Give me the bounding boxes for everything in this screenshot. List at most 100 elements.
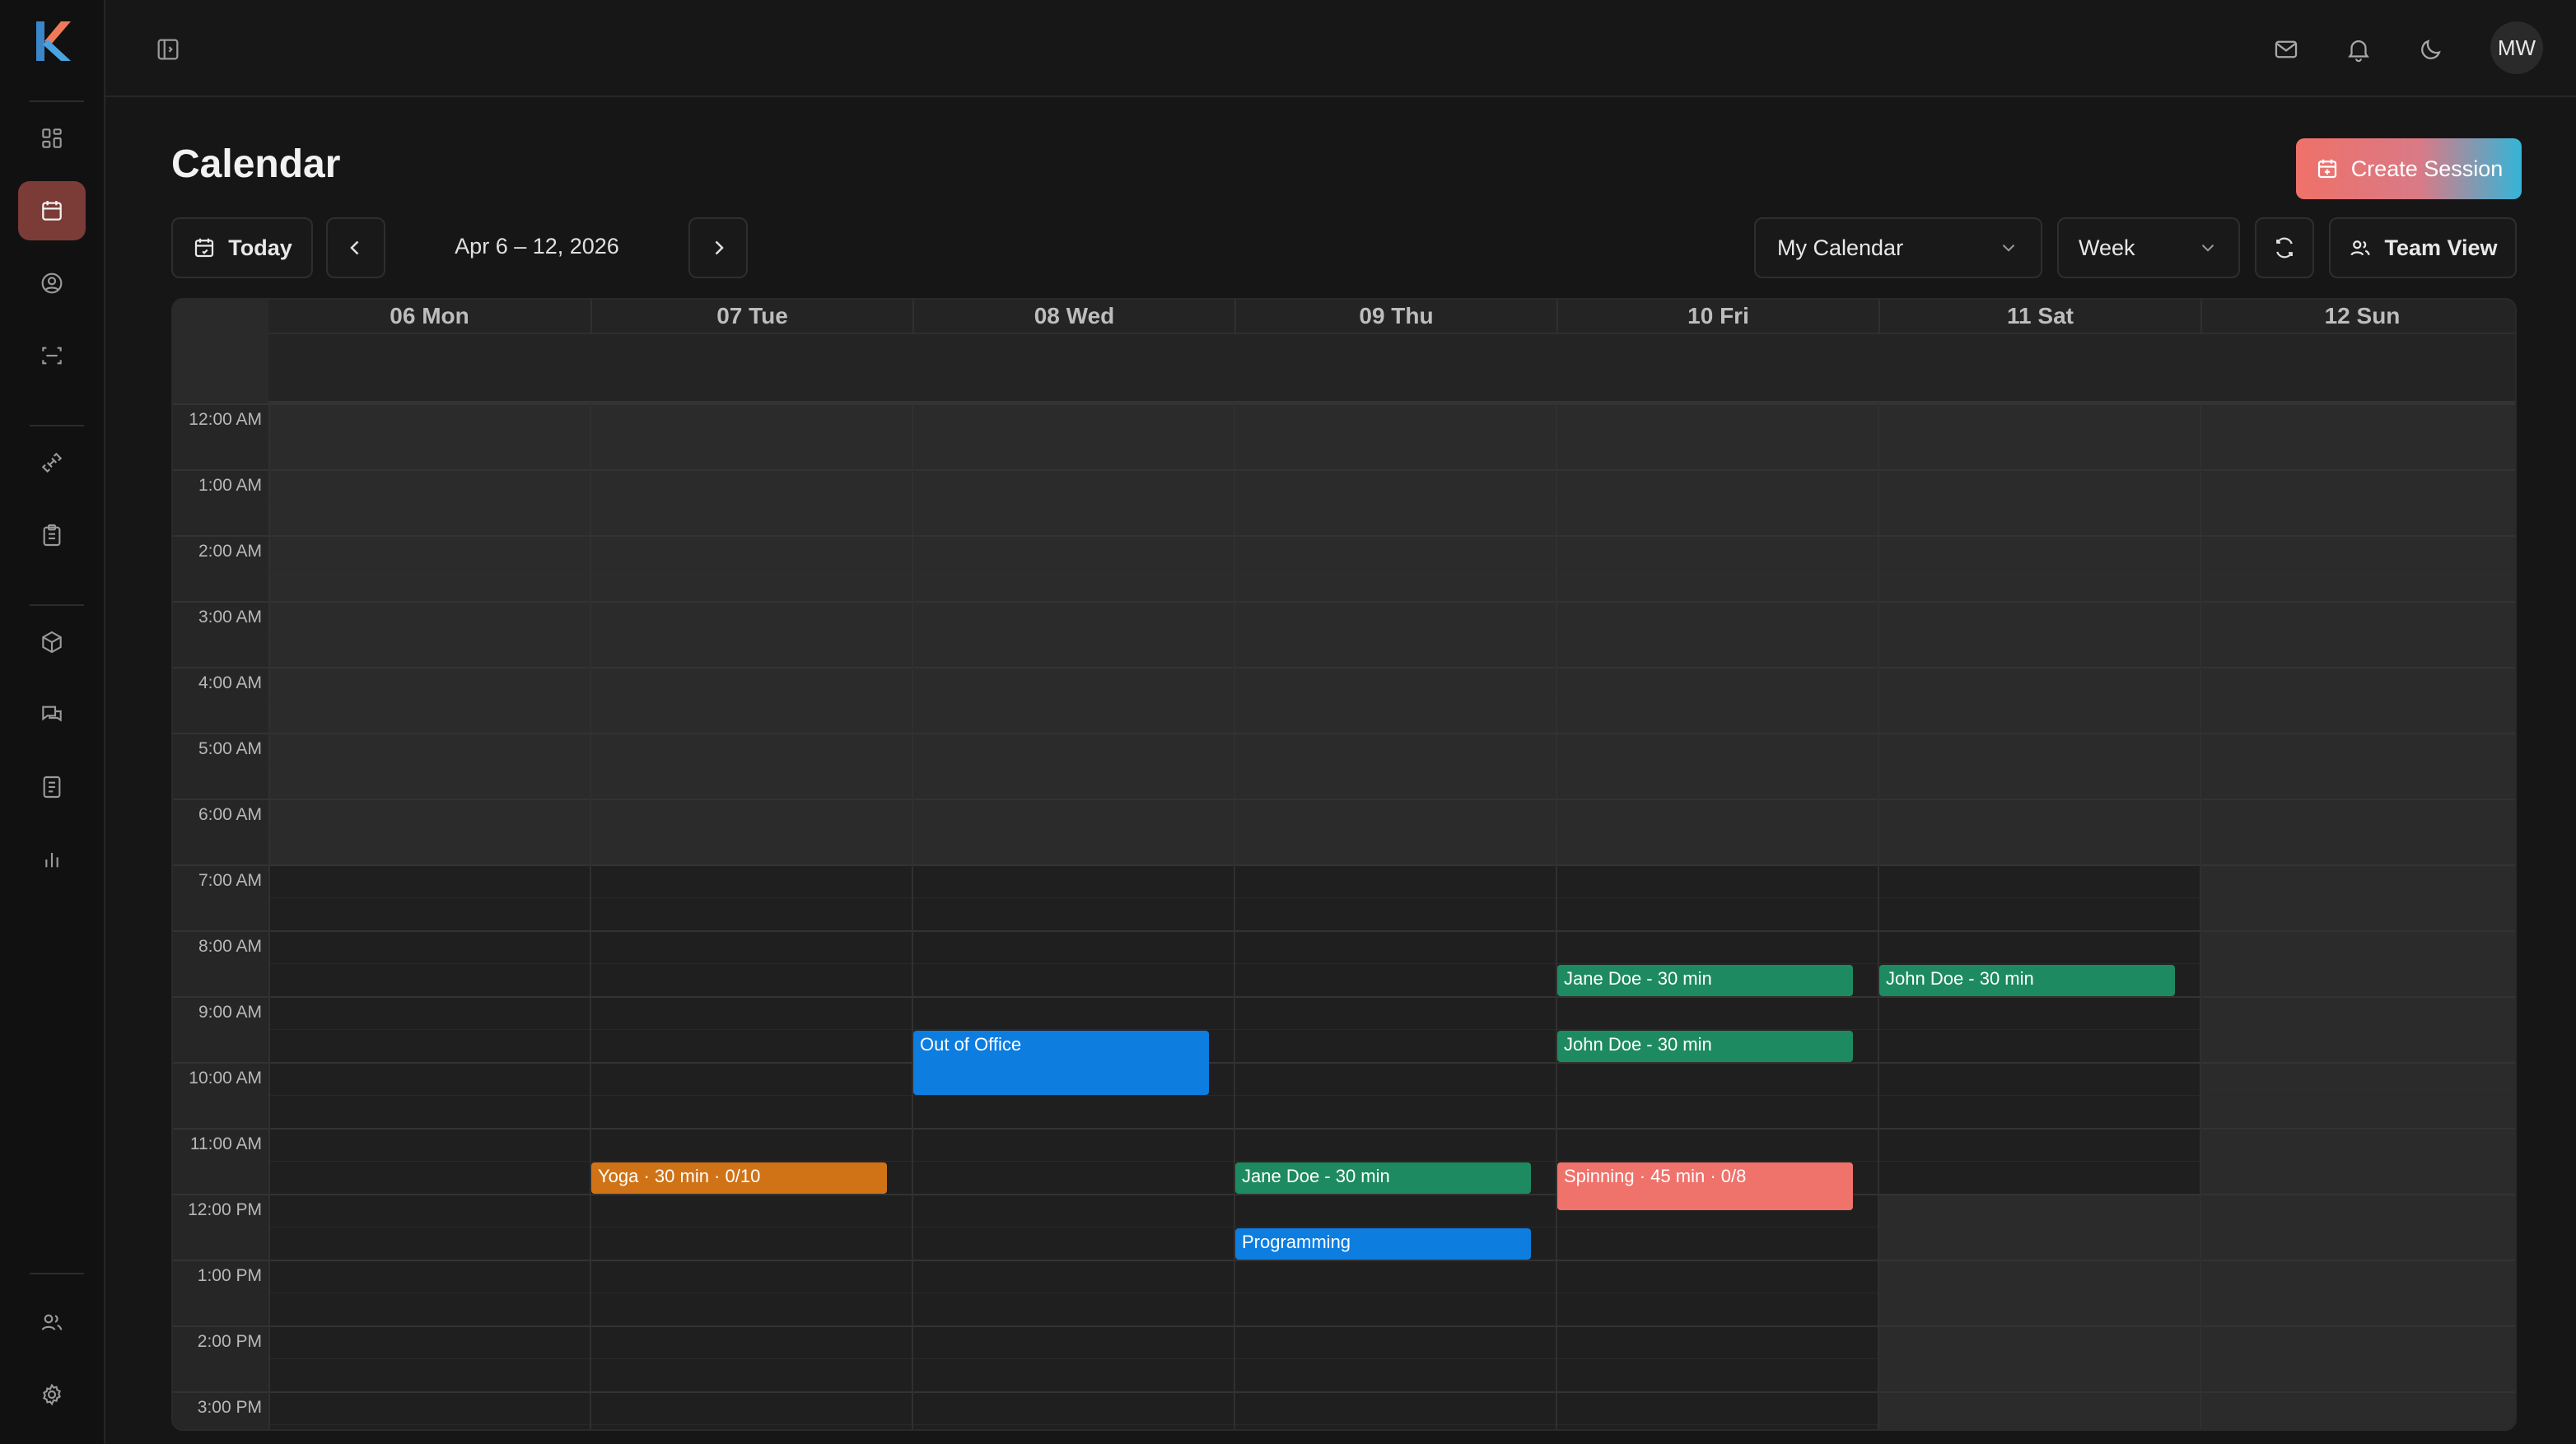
day-header[interactable]: 07 Tue [590,300,912,333]
hour-line [173,403,2515,405]
date-range-label: Apr 6 – 12, 2026 [455,234,619,259]
half-hour-line [268,634,2515,635]
sidebar-item-dashboard[interactable] [18,109,86,168]
avatar[interactable]: MW [2490,21,2543,74]
sidebar-item-scan[interactable] [18,326,86,385]
hour-line [173,1391,2515,1393]
all-day-row[interactable] [268,333,2515,403]
hour-label: 12:00 AM [189,410,262,429]
hour-label: 3:00 AM [198,608,262,627]
today-button[interactable]: Today [171,217,313,278]
calendar-select-value: My Calendar [1777,235,1904,260]
notifications-button[interactable] [2340,31,2377,68]
calendar-event[interactable]: Jane Doe - 30 min [1235,1162,1531,1194]
sidebar-item-calendar[interactable] [18,181,86,240]
sidebar-divider [30,604,84,606]
sidebar-divider [30,100,84,102]
page-title: Calendar [171,142,341,186]
sidebar-item-team[interactable] [18,1293,86,1352]
day-header[interactable]: 08 Wed [912,300,1234,333]
logo-mark-icon [36,21,71,61]
chevron-down-icon [2002,245,2015,252]
day-header[interactable]: 09 Thu [1234,300,1556,333]
next-week-button[interactable] [688,217,748,278]
hour-line [173,469,2515,471]
half-hour-line [268,436,2515,437]
day-header[interactable]: 12 Sun [2200,300,2515,333]
sidebar-item-settings[interactable] [18,1365,86,1424]
create-session-button[interactable]: Create Session [2296,138,2522,199]
sidebar-item-products[interactable] [18,613,86,672]
half-hour-line [268,700,2515,701]
hour-label: 10:00 AM [189,1069,262,1088]
half-hour-line [268,1029,2515,1030]
dumbbell-icon [41,452,63,473]
hour-label: 5:00 AM [198,739,262,758]
day-column-divider [1878,403,1879,1429]
sidebar-item-profile[interactable] [18,254,86,313]
sidebar-toggle-icon [157,39,179,60]
calendar-event[interactable]: Yoga · 30 min · 0/10 [591,1162,887,1194]
day-header[interactable]: 11 Sat [1878,300,2200,333]
hour-line [173,1128,2515,1130]
document-icon [43,776,61,799]
previous-week-button[interactable] [326,217,385,278]
mail-icon [2275,40,2298,58]
package-icon [42,631,62,654]
refresh-button[interactable] [2255,217,2314,278]
bell-icon [2348,40,2369,63]
user-circle-icon [41,272,63,294]
unavailable-hours [1878,1194,2200,1429]
hour-label: 4:00 AM [198,673,262,692]
sidebar-toggle-button[interactable] [152,33,184,66]
calendar-event[interactable]: Jane Doe - 30 min [1557,965,1853,996]
hour-label: 12:00 PM [188,1200,262,1219]
day-column-divider [268,403,270,1429]
sidebar-item-documents[interactable] [18,757,86,817]
sidebar-item-plans[interactable] [18,505,86,565]
calendar-event[interactable]: Out of Office [913,1031,1209,1095]
hour-line [173,601,2515,603]
today-label: Today [228,235,292,260]
moon-icon [2421,40,2441,59]
day-header[interactable]: 10 Fri [1556,300,1878,333]
calendar-select[interactable]: My Calendar [1754,217,2042,278]
users-icon [2350,240,2371,256]
calendar-event[interactable]: Spinning · 45 min · 0/8 [1557,1162,1853,1210]
day-header-row: 06 Mon 07 Tue 08 Wed 09 Thu 10 Fri 11 Sat 12 S… [268,300,2515,333]
calendar-today-icon [195,238,214,258]
time-grid[interactable]: 12:00 AM 1:00 AM 2:00 AM 3:00 AM 4:00 AM 5:00… [173,403,2515,1429]
day-column-divider [1556,403,1557,1429]
hour-line [173,799,2515,800]
sidebar-item-reports[interactable] [18,830,86,889]
day-header[interactable]: 06 Mon [268,300,590,333]
hour-label: 3:00 PM [197,1398,262,1417]
topbar: MW [105,0,2576,97]
calendar-event[interactable]: John Doe - 30 min [1879,965,2175,996]
week-calendar: 06 Mon 07 Tue 08 Wed 09 Thu 10 Fri 11 Sat 12 S… [171,298,2517,1431]
hour-line [173,667,2515,668]
scan-icon [42,347,62,365]
sidebar-item-workouts[interactable] [18,433,86,492]
day-column-divider [590,403,591,1429]
half-hour-line [268,1358,2515,1359]
half-hour-line [268,963,2515,964]
hour-line [173,535,2515,537]
chevron-right-icon [715,240,724,255]
sidebar-item-messages[interactable] [18,685,86,744]
team-view-label: Team View [2384,235,2498,260]
view-select-value: Week [2079,235,2135,260]
mail-button[interactable] [2268,31,2304,68]
team-view-button[interactable]: Team View [2329,217,2517,278]
users-icon [41,1314,63,1330]
chevron-down-icon [2201,245,2214,252]
app-logo[interactable] [33,20,72,63]
calendar-event[interactable]: John Doe - 30 min [1557,1031,1853,1062]
hour-label: 1:00 PM [197,1266,262,1285]
hour-line [173,864,2515,866]
hour-label: 11:00 AM [189,1134,262,1153]
gear-icon [43,1383,61,1406]
view-select[interactable]: Week [2057,217,2240,278]
theme-toggle-button[interactable] [2413,31,2449,68]
calendar-event[interactable]: Programming [1235,1228,1531,1260]
